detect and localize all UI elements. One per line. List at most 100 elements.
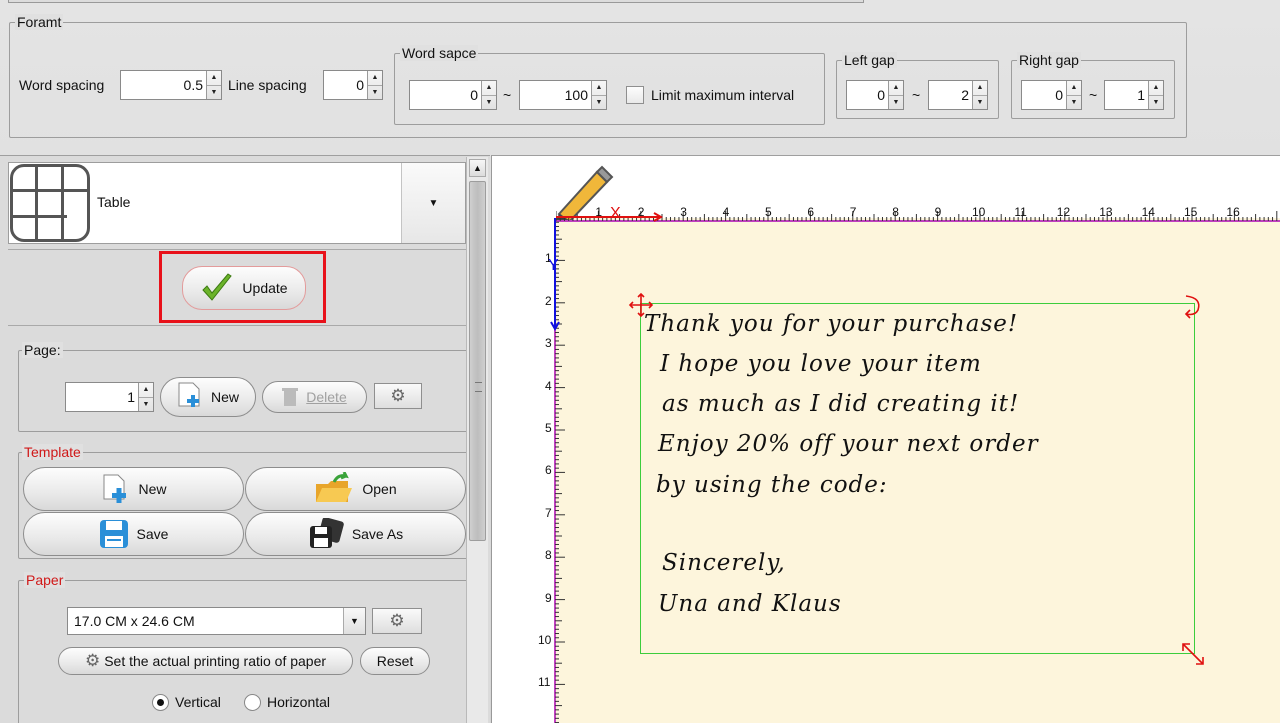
resize-handle-icon[interactable]: [1180, 641, 1206, 667]
page-new-label: New: [210, 389, 239, 405]
right-gap-max-value[interactable]: 1: [1105, 81, 1148, 109]
spin-up-icon[interactable]: ▲: [139, 383, 153, 397]
right-gap-max-spinner[interactable]: 1 ▲ ▼: [1104, 80, 1164, 110]
right-gap-min-value[interactable]: 0: [1022, 81, 1066, 109]
word-space-min-value[interactable]: 0: [410, 81, 481, 109]
line-spacing-value[interactable]: 0: [324, 71, 367, 99]
trash-icon: [282, 388, 299, 406]
page-number-value[interactable]: 1: [66, 383, 138, 411]
spin-up-icon[interactable]: ▲: [482, 81, 496, 95]
page-legend: Page:: [22, 342, 63, 358]
chevron-down-icon[interactable]: ▼: [343, 608, 365, 634]
ruler-y-label: 7: [545, 505, 552, 520]
spin-down-icon[interactable]: ▼: [592, 94, 606, 110]
scroll-up-icon[interactable]: ▲: [469, 159, 486, 177]
left-gap-max-spinner[interactable]: 2 ▲ ▼: [928, 80, 988, 110]
ruler-y-label: 8: [545, 548, 552, 563]
word-space-max-spinner[interactable]: 100 ▲ ▼: [519, 80, 607, 110]
page-delete-label: Delete: [306, 389, 347, 405]
scroll-thumb[interactable]: [469, 181, 486, 541]
spin-up-icon[interactable]: ▲: [207, 71, 221, 85]
format-legend: Foramt: [15, 14, 64, 30]
horizontal-label: Horizontal: [267, 694, 331, 710]
spin-down-icon[interactable]: ▼: [207, 84, 221, 100]
template-legend: Template: [22, 444, 83, 460]
radio-selected-icon[interactable]: [152, 693, 169, 711]
table-selector-label: Table: [97, 194, 131, 210]
left-gap-min-spinner[interactable]: 0 ▲ ▼: [846, 80, 904, 110]
ruler-x-label: 3: [680, 205, 687, 219]
reset-button[interactable]: Reset: [360, 647, 430, 675]
handwriting-line: Sincerely,: [662, 550, 786, 576]
handwriting-line: by using the code:: [656, 472, 888, 498]
open-folder-icon: [316, 472, 353, 502]
radio-unselected-icon[interactable]: [244, 693, 261, 711]
template-new-label: New: [138, 481, 167, 497]
left-gap-max-value[interactable]: 2: [929, 81, 972, 109]
ruler-x-label: 8: [892, 205, 899, 219]
page-new-button[interactable]: New: [160, 377, 256, 417]
table-selector[interactable]: Table ▼: [8, 162, 466, 244]
template-save-as-button[interactable]: Save As: [245, 512, 466, 556]
vertical-radio[interactable]: Vertical: [152, 693, 221, 711]
rotate-handle-icon[interactable]: [1178, 292, 1204, 320]
word-spacing-spinner[interactable]: 0.5 ▲ ▼: [120, 70, 222, 100]
ruler-y-label: 5: [545, 421, 552, 435]
line-spacing-spinner[interactable]: 0 ▲ ▼: [323, 70, 383, 100]
update-button[interactable]: Update: [182, 266, 306, 310]
page-number-spinner[interactable]: 1 ▲ ▼: [65, 382, 154, 412]
template-new-button[interactable]: New: [23, 467, 244, 511]
ruler-x-label: 9: [934, 205, 942, 219]
chevron-down-icon[interactable]: ▼: [401, 163, 465, 243]
spin-down-icon[interactable]: ▼: [1149, 94, 1163, 110]
word-space-min-spinner[interactable]: 0 ▲ ▼: [409, 80, 497, 110]
ruler-x-label: 11: [1014, 205, 1027, 219]
floppy-disk-icon: [99, 520, 128, 548]
template-save-button[interactable]: Save: [23, 512, 244, 556]
horizontal-radio[interactable]: Horizontal: [244, 693, 330, 711]
set-printing-ratio-button[interactable]: ⚙ Set the actual printing ratio of paper: [58, 647, 353, 675]
spin-down-icon[interactable]: ▼: [889, 94, 903, 110]
word-space-legend: Word sapce: [400, 45, 479, 61]
template-save-as-label: Save As: [351, 526, 404, 542]
spin-up-icon[interactable]: ▲: [1067, 81, 1081, 95]
page-settings-gear-icon[interactable]: ⚙: [374, 383, 422, 409]
handwriting-line: Thank you for your purchase!: [644, 311, 1019, 337]
spin-down-icon[interactable]: ▼: [368, 84, 382, 100]
spin-up-icon[interactable]: ▲: [592, 81, 606, 95]
handwriting-line: I hope you love your item: [660, 351, 982, 377]
new-page-icon: [178, 382, 200, 407]
right-gap-separator: ~: [1089, 87, 1098, 103]
handwriting-line: Enjoy 20% off your next order: [658, 431, 1039, 457]
left-panel-scrollbar[interactable]: ▲: [466, 157, 488, 723]
spin-down-icon[interactable]: ▼: [973, 94, 987, 110]
page-delete-button[interactable]: Delete: [262, 381, 367, 413]
ruler-x-label: 7: [849, 205, 857, 219]
right-gap-min-spinner[interactable]: 0 ▲ ▼: [1021, 80, 1082, 110]
ruler-y-label: 4: [545, 378, 552, 393]
word-space-max-value[interactable]: 100: [520, 81, 591, 109]
ruler-y-label: 6: [545, 463, 552, 478]
save-as-icon: [309, 518, 344, 548]
paper-size-select[interactable]: 17.0 CM x 24.6 CM ▼: [67, 607, 366, 635]
spin-down-icon[interactable]: ▼: [482, 94, 496, 110]
spin-up-icon[interactable]: ▲: [1149, 81, 1163, 95]
limit-max-interval-checkbox[interactable]: [626, 86, 644, 104]
spin-up-icon[interactable]: ▲: [889, 81, 903, 95]
ruler-x-label: 5: [765, 205, 772, 219]
template-open-button[interactable]: Open: [245, 467, 466, 511]
spin-up-icon[interactable]: ▲: [368, 71, 382, 85]
left-gap-min-value[interactable]: 0: [847, 81, 888, 109]
ruler-x-label: 4: [722, 205, 730, 219]
ruler-y-label: 3: [545, 336, 552, 351]
spin-down-icon[interactable]: ▼: [1067, 94, 1081, 110]
template-save-label: Save: [136, 526, 169, 542]
vertical-label: Vertical: [175, 694, 221, 710]
left-gap-legend: Left gap: [842, 52, 897, 68]
paper-settings-gear-icon[interactable]: ⚙: [372, 608, 422, 634]
x-axis-arrow: [556, 212, 664, 222]
word-spacing-value[interactable]: 0.5: [121, 71, 206, 99]
spin-down-icon[interactable]: ▼: [139, 396, 153, 412]
spin-up-icon[interactable]: ▲: [973, 81, 987, 95]
word-space-separator: ~: [503, 87, 512, 103]
